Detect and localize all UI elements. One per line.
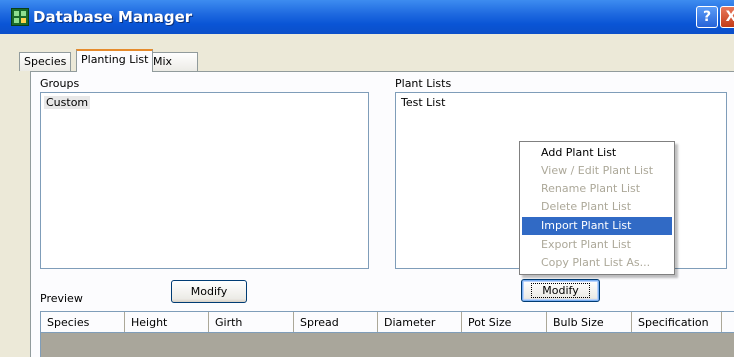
- groups-label: Groups: [40, 77, 80, 90]
- column-header-diameter[interactable]: Diameter: [378, 312, 462, 332]
- groups-list-item[interactable]: Custom: [44, 96, 91, 109]
- column-header-pot-size[interactable]: Pot Size: [462, 312, 547, 332]
- database-app-icon: [11, 8, 29, 26]
- close-button[interactable]: X: [720, 6, 734, 28]
- tab-mix[interactable]: Mix: [148, 52, 198, 71]
- plant-lists-modify-button[interactable]: Modify: [521, 279, 600, 302]
- menu-item-import-plant-list[interactable]: Import Plant List: [522, 217, 672, 235]
- window-title: Database Manager: [33, 8, 193, 26]
- menu-item-rename-plant-list[interactable]: Rename Plant List: [522, 180, 672, 198]
- groups-listbox[interactable]: Custom: [40, 92, 369, 269]
- column-header-species[interactable]: Species: [41, 312, 125, 332]
- tab-planting-list[interactable]: Planting List: [76, 49, 154, 72]
- tab-species[interactable]: Species: [19, 52, 72, 71]
- help-button[interactable]: ?: [696, 6, 718, 28]
- plant-lists-list-item[interactable]: Test List: [399, 96, 447, 109]
- column-header-height[interactable]: Height: [125, 312, 209, 332]
- title-bar: Database Manager ? X: [0, 0, 734, 34]
- column-header-girth[interactable]: Girth: [209, 312, 294, 332]
- menu-item-export-plant-list[interactable]: Export Plant List: [522, 236, 672, 254]
- column-header-specification[interactable]: Specification: [632, 312, 722, 332]
- menu-item-view-edit-plant-list[interactable]: View / Edit Plant List: [522, 162, 672, 180]
- preview-grid[interactable]: Species Height Girth Spread Diameter Pot…: [40, 311, 734, 357]
- groups-modify-button[interactable]: Modify: [171, 280, 247, 303]
- menu-item-copy-plant-list-as[interactable]: Copy Plant List As...: [522, 254, 672, 272]
- column-header-spread[interactable]: Spread: [294, 312, 378, 332]
- column-header-bulb-size[interactable]: Bulb Size: [547, 312, 632, 332]
- menu-item-delete-plant-list[interactable]: Delete Plant List: [522, 198, 672, 216]
- plant-list-context-menu: Add Plant List View / Edit Plant List Re…: [519, 141, 675, 275]
- plant-lists-label: Plant Lists: [395, 77, 452, 90]
- preview-label: Preview: [40, 292, 83, 305]
- menu-item-add-plant-list[interactable]: Add Plant List: [522, 144, 672, 162]
- preview-grid-header: Species Height Girth Spread Diameter Pot…: [41, 312, 734, 333]
